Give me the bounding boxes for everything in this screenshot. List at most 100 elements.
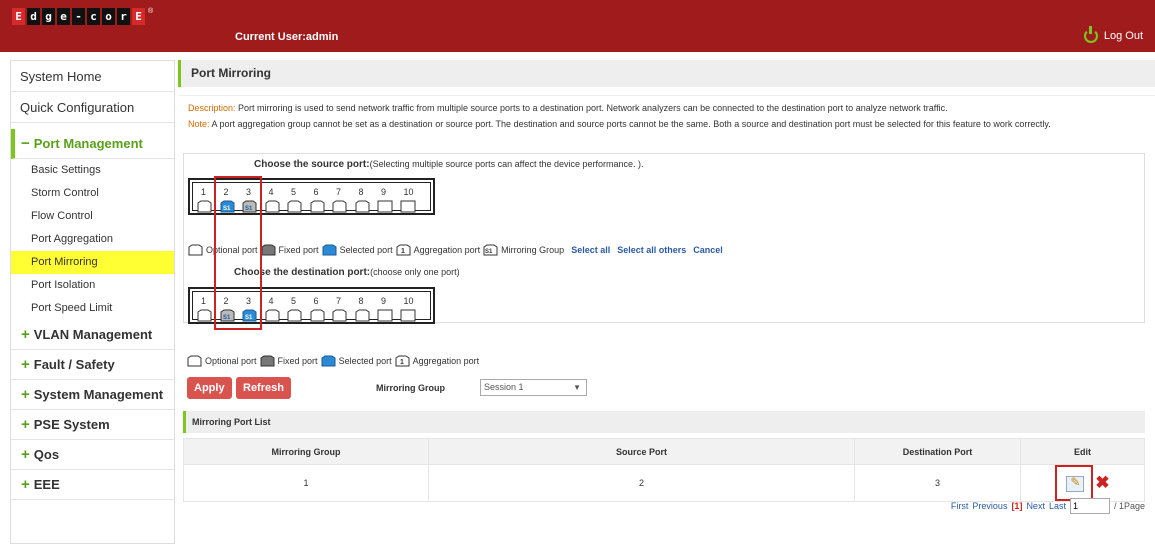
port-number: 8 [358, 187, 364, 197]
port-management-submenu: Basic Settings Storm Control Flow Contro… [11, 159, 174, 320]
sidebar-item-system-home[interactable]: System Home [11, 61, 174, 92]
page-title: Port Mirroring [178, 60, 1155, 87]
page-number-input[interactable] [1069, 498, 1110, 514]
chevron-down-icon: ▼ [573, 383, 581, 392]
port-number: 6 [313, 296, 319, 306]
svg-text:1: 1 [401, 248, 405, 255]
port-10-icon[interactable] [400, 200, 416, 213]
port-number: 9 [381, 187, 387, 197]
port-8-icon[interactable] [355, 200, 371, 213]
last-page-link[interactable]: Last [1049, 501, 1066, 511]
sidebar-group-pse-system[interactable]: + PSE System [11, 410, 174, 440]
port-number: 5 [291, 296, 297, 306]
plus-icon: + [21, 476, 30, 493]
sidebar: System Home Quick Configuration − Port Ma… [10, 60, 175, 544]
sidebar-group-qos[interactable]: + Qos [11, 440, 174, 470]
aggregation-port-icon: 1 [396, 244, 411, 256]
previous-page-link[interactable]: Previous [972, 501, 1007, 511]
mirroring-group-icon: S1 [483, 244, 498, 256]
sidebar-item-basic-settings[interactable]: Basic Settings [11, 159, 174, 182]
port-5-icon[interactable] [287, 200, 303, 213]
port-7-icon[interactable] [332, 309, 348, 322]
port-number: 7 [336, 296, 342, 306]
cell-edit: ✖ [1020, 464, 1145, 502]
port-number: 1 [201, 187, 207, 197]
port-number: 8 [358, 296, 364, 306]
port-8-icon[interactable] [355, 309, 371, 322]
fixed-port-icon [261, 244, 276, 256]
minus-icon: − [21, 135, 30, 152]
select-all-link[interactable]: Select all [571, 245, 610, 255]
current-user: Current User:admin [235, 31, 339, 43]
edit-button[interactable] [1055, 465, 1094, 501]
plus-icon: + [21, 446, 30, 463]
fixed-port-icon [260, 355, 275, 367]
port-4-icon[interactable] [265, 200, 281, 213]
port-number: 7 [336, 187, 342, 197]
sidebar-group-system-management[interactable]: + System Management [11, 380, 174, 410]
cancel-link[interactable]: Cancel [693, 245, 723, 255]
port-9-icon[interactable] [377, 309, 393, 322]
svg-text:S1: S1 [485, 249, 493, 255]
port-number: 6 [313, 187, 319, 197]
sidebar-item-port-aggregation[interactable]: Port Aggregation [11, 228, 174, 251]
port-5-icon[interactable] [287, 309, 303, 322]
sidebar-item-quick-configuration[interactable]: Quick Configuration [11, 92, 174, 123]
sidebar-item-flow-control[interactable]: Flow Control [11, 205, 174, 228]
selected-port-icon [322, 244, 337, 256]
mirroring-port-list-title: Mirroring Port List [183, 411, 1145, 433]
mirroring-group-label: Mirroring Group [376, 383, 445, 393]
column-header: Source Port [428, 438, 855, 465]
port-number: 4 [268, 296, 274, 306]
mirroring-port-table: Mirroring Group Source Port Destination … [183, 438, 1145, 502]
pagination: First Previous [1] Next Last / 1Page [951, 498, 1145, 514]
logout-button[interactable]: Log Out [1083, 26, 1143, 43]
edit-icon [1066, 475, 1085, 492]
destination-legend: Optional port Fixed port Selected port 1… [187, 355, 479, 367]
port-6-icon[interactable] [310, 200, 326, 213]
sidebar-item-port-isolation[interactable]: Port Isolation [11, 274, 174, 297]
total-pages: / 1Page [1113, 501, 1145, 511]
sidebar-group-eee[interactable]: + EEE [11, 470, 174, 500]
select-all-others-link[interactable]: Select all others [617, 245, 686, 255]
table-row: 1 2 3 ✖ [183, 464, 1145, 502]
port-9-icon[interactable] [377, 200, 393, 213]
port-1-icon[interactable] [197, 200, 213, 213]
optional-port-icon [187, 355, 202, 367]
svg-text:1: 1 [400, 359, 404, 366]
selected-port-icon [321, 355, 336, 367]
port-4-icon[interactable] [265, 309, 281, 322]
port-number: 9 [381, 296, 387, 306]
description-text: Port mirroring is used to send network t… [238, 103, 948, 113]
sidebar-item-port-speed-limit[interactable]: Port Speed Limit [11, 297, 174, 320]
destination-port-heading: Choose the destination port:(choose only… [234, 267, 460, 278]
optional-port-icon [188, 244, 203, 256]
first-page-link[interactable]: First [951, 501, 969, 511]
port-number: 10 [403, 296, 414, 306]
sidebar-item-port-mirroring[interactable]: Port Mirroring [11, 251, 174, 274]
sidebar-group-port-management[interactable]: − Port Management [11, 129, 174, 159]
mirroring-group-select[interactable]: Session 1 ▼ [480, 379, 587, 396]
port-7-icon[interactable] [332, 200, 348, 213]
port-1-icon[interactable] [197, 309, 213, 322]
edgecore-logo: Ed g e - c o r E ® [12, 8, 153, 30]
apply-button[interactable]: Apply [187, 377, 232, 399]
refresh-button[interactable]: Refresh [236, 377, 291, 399]
next-page-link[interactable]: Next [1026, 501, 1045, 511]
delete-icon[interactable]: ✖ [1095, 473, 1109, 492]
sidebar-item-storm-control[interactable]: Storm Control [11, 182, 174, 205]
plus-icon: + [21, 386, 30, 403]
column-header: Mirroring Group [183, 438, 429, 465]
sidebar-group-fault-safety[interactable]: + Fault / Safety [11, 350, 174, 380]
source-port-heading: Choose the source port:(Selecting multip… [254, 159, 644, 170]
port-number: 10 [403, 187, 414, 197]
port-number: 5 [291, 187, 297, 197]
sidebar-group-vlan-management[interactable]: + VLAN Management [11, 320, 174, 350]
plus-icon: + [21, 326, 30, 343]
port-10-icon[interactable] [400, 309, 416, 322]
column-header: Destination Port [854, 438, 1021, 465]
cell-mirroring-group: 1 [183, 464, 429, 502]
port-6-icon[interactable] [310, 309, 326, 322]
port-number: 4 [268, 187, 274, 197]
top-header: Ed g e - c o r E ® Current User:admin Log Out [0, 0, 1155, 52]
